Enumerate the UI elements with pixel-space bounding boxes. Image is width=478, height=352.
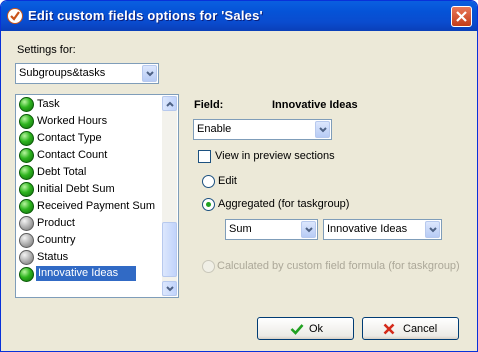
cancel-button-label: Cancel	[403, 323, 438, 335]
list-item[interactable]: Product	[17, 215, 163, 232]
list-item-label: Product	[37, 217, 75, 229]
list-item-label: Debt Total	[37, 166, 87, 178]
chevron-down-icon[interactable]	[301, 221, 316, 238]
list-item[interactable]: Country	[17, 232, 163, 249]
ok-button[interactable]: Ok	[257, 317, 354, 340]
status-grey-icon	[19, 216, 34, 231]
edit-radio-label[interactable]: Edit	[218, 175, 237, 187]
list-item[interactable]: Initial Debt Sum	[17, 181, 163, 198]
chevron-up-icon	[166, 101, 174, 107]
status-green-icon	[19, 148, 34, 163]
list-item-label: Contact Count	[37, 149, 108, 161]
aggregate-field-dropdown[interactable]: Innovative Ideas	[323, 219, 442, 240]
list-item-label: Innovative Ideas	[36, 266, 137, 281]
list-item-label: Status	[37, 251, 69, 263]
list-item[interactable]: Task	[17, 96, 163, 113]
enable-value: Enable	[197, 123, 232, 135]
window-title: Edit custom fields options for 'Sales'	[28, 8, 263, 23]
close-icon	[456, 11, 467, 22]
settings-for-value: Subgroups&tasks	[19, 67, 106, 79]
chevron-down-icon[interactable]	[315, 121, 330, 138]
edit-radio[interactable]	[202, 175, 215, 188]
calculated-radio-label[interactable]: Calculated by custom field formula (for …	[217, 260, 460, 272]
list-item-label: Task	[37, 98, 60, 110]
list-item-label: Received Payment Sum	[37, 200, 155, 212]
list-item[interactable]: Contact Type	[17, 130, 163, 147]
list-item[interactable]: Received Payment Sum	[17, 198, 163, 215]
status-green-icon	[19, 182, 34, 197]
status-green-icon	[19, 165, 34, 180]
list-item-label: Initial Debt Sum	[37, 183, 115, 195]
aggregated-radio[interactable]	[202, 198, 215, 211]
aggregated-radio-label[interactable]: Aggregated (for taskgroup)	[218, 198, 349, 210]
cancel-button[interactable]: Cancel	[362, 317, 459, 340]
radio-selected-dot	[206, 202, 211, 207]
cancel-x-icon	[383, 323, 395, 335]
scroll-thumb[interactable]	[162, 222, 177, 277]
list-item[interactable]: Innovative Ideas	[17, 266, 163, 283]
status-green-icon	[19, 131, 34, 146]
status-green-icon	[19, 267, 34, 282]
list-item-label: Worked Hours	[37, 115, 108, 127]
chevron-down-icon	[166, 286, 174, 292]
ok-button-label: Ok	[309, 323, 324, 335]
checkmark-icon	[290, 324, 304, 335]
scroll-down-button[interactable]	[162, 281, 177, 296]
settings-for-dropdown[interactable]: Subgroups&tasks	[15, 63, 159, 84]
aggregate-field-value: Innovative Ideas	[327, 223, 408, 235]
custom-fields-list-items: Task Worked Hours Contact Type Contact Coun…	[17, 96, 163, 283]
field-name: Innovative Ideas	[272, 99, 358, 111]
close-button[interactable]	[451, 6, 472, 27]
list-item-label: Contact Type	[37, 132, 102, 144]
list-item[interactable]: Contact Count	[17, 147, 163, 164]
aggregate-function-dropdown[interactable]: Sum	[225, 219, 318, 240]
field-label: Field:	[194, 99, 224, 111]
list-item[interactable]: Debt Total	[17, 164, 163, 181]
list-scrollbar[interactable]	[162, 96, 177, 296]
status-green-icon	[19, 199, 34, 214]
view-in-preview-checkbox[interactable]	[198, 150, 211, 163]
enable-dropdown[interactable]: Enable	[193, 119, 332, 140]
title-bar[interactable]: Edit custom fields options for 'Sales'	[1, 1, 477, 31]
checkmark-app-icon	[7, 8, 23, 24]
status-grey-icon	[19, 250, 34, 265]
chevron-down-icon[interactable]	[142, 65, 157, 82]
status-grey-icon	[19, 233, 34, 248]
view-in-preview-label[interactable]: View in preview sections	[215, 150, 335, 162]
list-item-label: Country	[37, 234, 76, 246]
dialog-window: Edit custom fields options for 'Sales' S…	[0, 0, 478, 352]
list-item[interactable]: Worked Hours	[17, 113, 163, 130]
list-item[interactable]: Status	[17, 249, 163, 266]
calculated-radio[interactable]	[202, 260, 215, 273]
chevron-down-icon[interactable]	[425, 221, 440, 238]
aggregate-function-value: Sum	[229, 223, 252, 235]
settings-for-label: Settings for:	[17, 44, 76, 56]
status-green-icon	[19, 114, 34, 129]
status-green-icon	[19, 97, 34, 112]
custom-fields-list[interactable]: Task Worked Hours Contact Type Contact Coun…	[15, 94, 179, 298]
scroll-up-button[interactable]	[162, 96, 177, 111]
